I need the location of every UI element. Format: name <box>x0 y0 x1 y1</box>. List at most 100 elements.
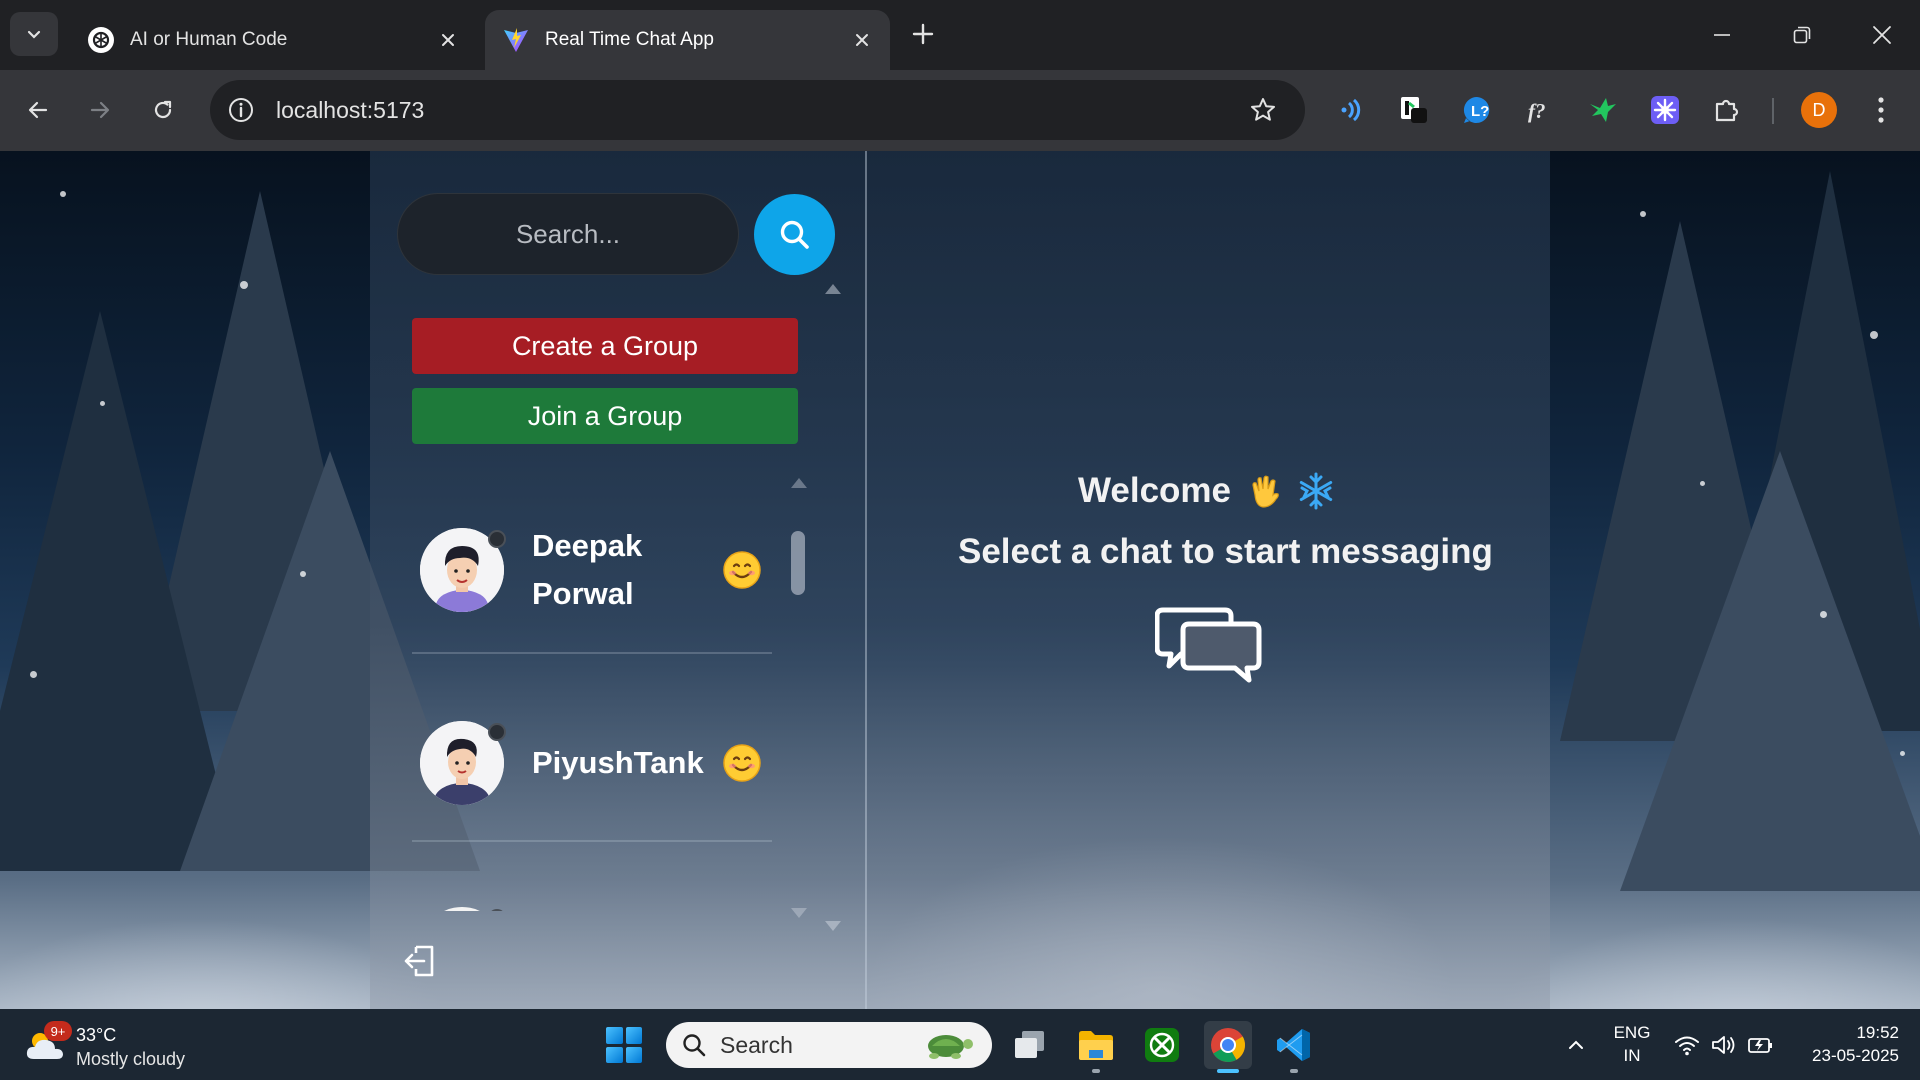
online-status-dot <box>488 530 506 548</box>
chrome-button[interactable] <box>1204 1021 1252 1073</box>
tab-title: AI or Human Code <box>130 29 288 50</box>
list-scroll-up-arrow[interactable] <box>791 478 807 488</box>
close-icon <box>1873 26 1891 44</box>
contact-name: Deepak Porwal <box>532 522 642 618</box>
snowflake-dot <box>1870 331 1878 339</box>
create-group-button[interactable]: Create a Group <box>412 318 798 374</box>
reload-button[interactable] <box>143 90 183 130</box>
weather-temperature: 33°C <box>76 1025 117 1045</box>
start-button[interactable] <box>606 1027 642 1063</box>
clock-date: 23-05-2025 <box>1812 1046 1899 1065</box>
wifi-icon[interactable] <box>1672 1031 1702 1059</box>
minimize-button[interactable] <box>1697 10 1747 60</box>
tab-search-button[interactable] <box>10 12 58 56</box>
scroll-down-arrow[interactable] <box>825 921 841 931</box>
clock-time: 19:52 <box>1856 1023 1899 1042</box>
close-window-button[interactable] <box>1857 10 1907 60</box>
weather-widget[interactable]: 9+ 33°C Mostly cloudy <box>24 1021 224 1069</box>
list-item[interactable]: Deepak Porwal <box>420 528 780 618</box>
smiling-face-icon <box>722 550 762 590</box>
weather-description: Mostly cloudy <box>76 1049 186 1069</box>
search-input[interactable] <box>398 194 738 274</box>
online-status-dot <box>488 909 506 911</box>
page-viewport: Create a Group Join a Group Deepak Porwa… <box>0 151 1920 1009</box>
snowflake-dot <box>30 671 37 678</box>
task-view-button[interactable] <box>1006 1021 1054 1069</box>
notification-badge: 9+ <box>44 1021 72 1041</box>
list-item[interactable]: Diwaniya <box>420 907 780 911</box>
contact-name-line: Porwal <box>532 576 634 611</box>
arrow-left-icon <box>28 101 48 119</box>
snowflake-dot <box>100 401 105 406</box>
svg-text:L?: L? <box>1471 103 1489 120</box>
chevron-up-icon <box>1569 1040 1583 1049</box>
restore-button[interactable] <box>1777 10 1827 60</box>
tab-title: Real Time Chat App <box>545 29 714 50</box>
panel-divider <box>865 151 867 1009</box>
running-indicator <box>1290 1069 1298 1073</box>
file-explorer-button[interactable] <box>1072 1021 1120 1073</box>
battery-icon[interactable] <box>1746 1031 1776 1059</box>
snowflake-dot <box>60 191 66 197</box>
lingo-extension-icon[interactable]: L? <box>1457 90 1497 130</box>
notion-like-extension-icon[interactable] <box>1394 90 1434 130</box>
minimize-icon <box>1714 34 1730 36</box>
smiling-face-icon <box>722 743 762 783</box>
new-tab-button[interactable] <box>906 14 940 54</box>
volume-icon[interactable] <box>1709 1031 1739 1059</box>
windows-logo-tile <box>606 1027 623 1044</box>
search-icon <box>680 1031 708 1059</box>
show-hidden-icons-button[interactable] <box>1560 1029 1592 1061</box>
language-indicator[interactable]: ENG IN <box>1610 1021 1654 1067</box>
sound-wave-extension-icon[interactable] <box>1330 90 1370 130</box>
tab-ai-or-human-code[interactable]: AI or Human Code <box>70 10 476 70</box>
forward-button[interactable] <box>80 90 120 130</box>
waving-hand-icon <box>1245 473 1285 513</box>
snowflake-dot <box>1900 751 1905 756</box>
bookmark-star-icon[interactable] <box>1243 90 1283 130</box>
contact-list: Deepak Porwal PiyushTank <box>370 491 840 911</box>
vscode-button[interactable] <box>1270 1021 1318 1073</box>
xbox-button[interactable] <box>1138 1021 1186 1069</box>
contact-name: PiyushTank <box>532 745 704 780</box>
snowflake-dot <box>240 281 248 289</box>
search-field[interactable] <box>397 193 739 275</box>
scroll-up-arrow[interactable] <box>825 284 841 294</box>
more-menu-icon[interactable] <box>1865 90 1897 130</box>
chat-app-container: Create a Group Join a Group Deepak Porwa… <box>370 151 1550 1009</box>
search-button[interactable] <box>754 194 835 275</box>
list-item[interactable]: PiyushTank <box>420 721 780 811</box>
site-info-icon[interactable] <box>224 93 258 127</box>
vscode-icon <box>1277 1029 1310 1061</box>
chrome-icon <box>1211 1028 1245 1062</box>
close-tab-icon[interactable] <box>850 28 874 52</box>
online-status-dot <box>488 723 506 741</box>
running-indicator <box>1092 1069 1100 1073</box>
snowflake-dot <box>1700 481 1705 486</box>
xbox-icon <box>1145 1028 1179 1062</box>
windows-logo-tile <box>625 1046 642 1063</box>
tab-real-time-chat-app[interactable]: Real Time Chat App <box>485 10 890 70</box>
url-text[interactable]: localhost:5173 <box>276 97 1243 124</box>
contact-name: Diwaniya <box>532 903 666 911</box>
list-divider <box>412 652 772 654</box>
join-group-button[interactable]: Join a Group <box>412 388 798 444</box>
bird-extension-icon[interactable] <box>1582 90 1622 130</box>
welcome-subtitle: Select a chat to start messaging <box>958 532 1493 571</box>
system-clock[interactable]: 19:52 23-05-2025 <box>1795 1021 1899 1067</box>
chat-bubbles-icon <box>1154 604 1265 690</box>
address-bar[interactable]: localhost:5173 <box>210 80 1305 140</box>
profile-avatar[interactable]: D <box>1801 92 1837 128</box>
formula-extension-icon[interactable]: f? <box>1520 90 1560 130</box>
close-tab-icon[interactable] <box>436 28 460 52</box>
active-indicator <box>1217 1069 1239 1073</box>
logout-button[interactable] <box>400 941 440 981</box>
back-button[interactable] <box>18 90 58 130</box>
taskbar-search-box[interactable]: Search <box>666 1022 992 1068</box>
gear-flower-extension-icon[interactable] <box>1645 90 1685 130</box>
toolbar-separator <box>1772 98 1774 124</box>
reload-icon <box>154 100 172 119</box>
search-icon <box>780 220 809 249</box>
list-divider <box>412 840 772 842</box>
puzzle-extensions-icon[interactable] <box>1707 90 1747 130</box>
